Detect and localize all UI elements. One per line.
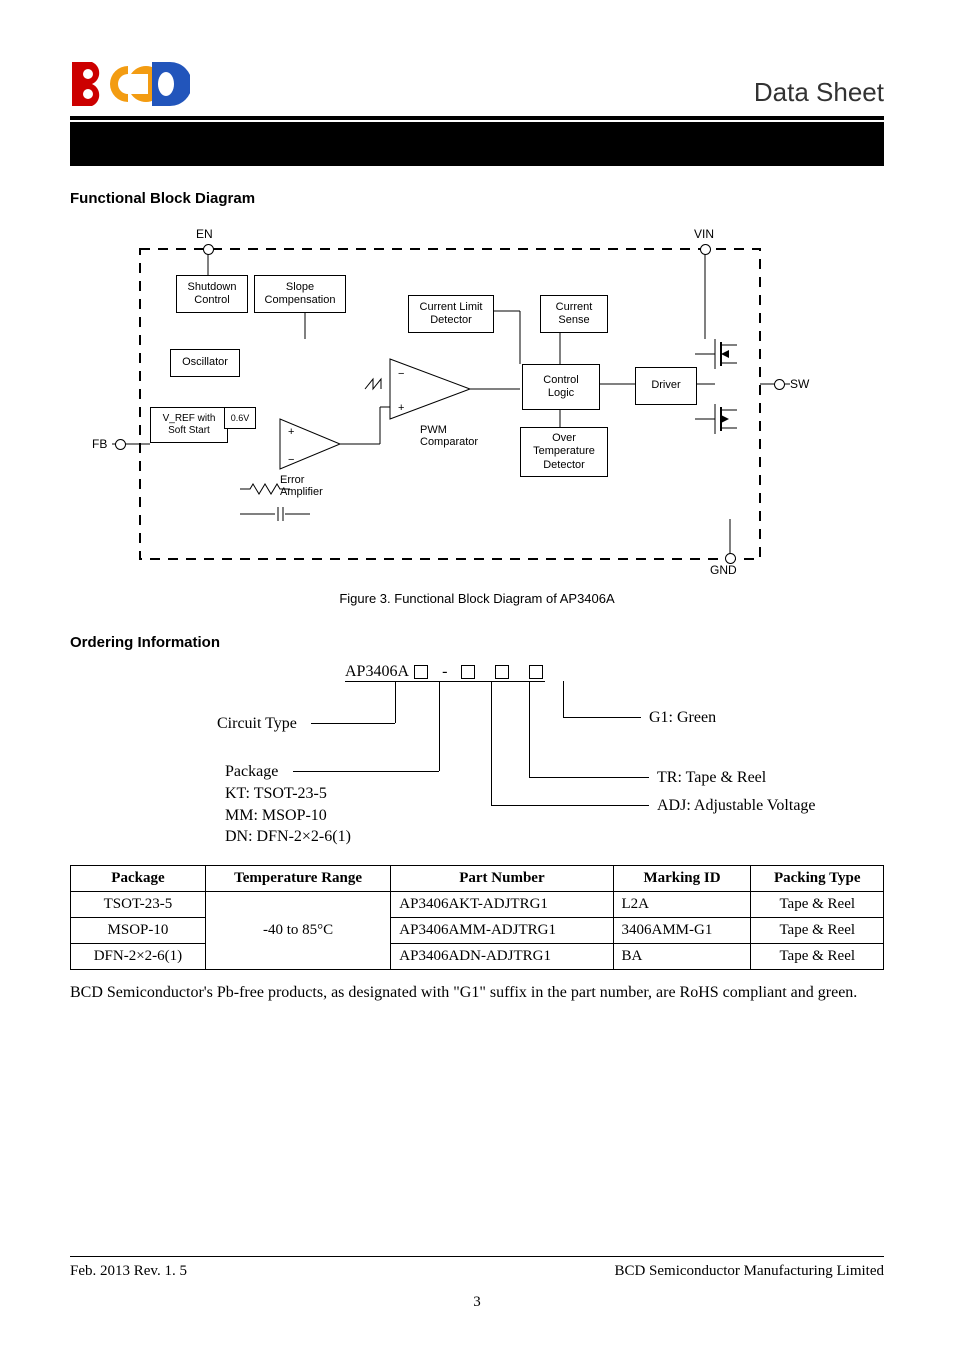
header: Data Sheet [70, 60, 884, 108]
ordering-adj: ADJ: Adjustable Voltage [657, 797, 816, 815]
footer-right: BCD Semiconductor Manufacturing Limited [614, 1263, 884, 1280]
svg-text:+: + [398, 402, 404, 414]
pin-en-icon [203, 244, 214, 255]
svg-text:−: − [288, 454, 294, 466]
ordering-table: Package Temperature Range Part Number Ma… [70, 865, 884, 970]
pin-gnd-icon [725, 553, 736, 564]
label-pwm: PWM Comparator [420, 424, 478, 448]
cell-temp: -40 to 85°C [205, 892, 390, 970]
block-diagram: + − − + [90, 219, 810, 579]
block-driver: Driver [635, 367, 697, 405]
block-shutdown: Shutdown Control [176, 275, 248, 313]
ord-box-tr-icon [495, 665, 509, 679]
cell-pack: Tape & Reel [751, 918, 884, 944]
cell-mark: 3406AMM-G1 [613, 918, 751, 944]
th-package: Package [71, 866, 206, 892]
cell-pkg: DFN-2×2-6(1) [71, 944, 206, 970]
th-temp: Temperature Range [205, 866, 390, 892]
cell-pkg: MSOP-10 [71, 918, 206, 944]
cell-mark: L2A [613, 892, 751, 918]
dash: - [442, 663, 447, 680]
table-row: MSOP-10 AP3406AMM-ADJTRG1 3406AMM-G1 Tap… [71, 918, 884, 944]
pin-vin-icon [700, 244, 711, 255]
pin-label-sw: SW [790, 377, 809, 391]
ordering-circuit-type: Circuit Type [217, 715, 297, 733]
section-title-func: Functional Block Diagram [70, 190, 884, 207]
svg-text:+: + [288, 426, 294, 438]
ordering-tr: TR: Tape & Reel [657, 769, 766, 787]
table-row: DFN-2×2-6(1) AP3406ADN-ADJTRG1 BA Tape &… [71, 944, 884, 970]
cell-pack: Tape & Reel [751, 944, 884, 970]
ordering-code: AP3406A [345, 663, 408, 680]
block-vref-val: 0.6V [224, 407, 256, 429]
table-row: TSOT-23-5 -40 to 85°C AP3406AKT-ADJTRG1 … [71, 892, 884, 918]
block-ctrllogic: Control Logic [522, 364, 600, 410]
cell-pkg: TSOT-23-5 [71, 892, 206, 918]
pin-label-gnd: GND [710, 563, 737, 577]
page-number: 3 [70, 1294, 884, 1311]
block-cursense: Current Sense [540, 295, 608, 333]
cell-part: AP3406AMM-ADJTRG1 [391, 918, 613, 944]
datasheet-title: Data Sheet [754, 77, 884, 108]
block-ovtemp: Over Temperature Detector [520, 427, 608, 477]
footer: Feb. 2013 Rev. 1. 5 BCD Semiconductor Ma… [70, 1256, 884, 1311]
table-header-row: Package Temperature Range Part Number Ma… [71, 866, 884, 892]
ordering-package-label: Package [225, 763, 278, 781]
ordering-package-lines: KT: TSOT-23-5 MM: MSOP-10 DN: DFN-2×2-6(… [225, 783, 351, 848]
ordering-g1: G1: Green [649, 709, 716, 727]
block-slope: Slope Compensation [254, 275, 346, 313]
cell-mark: BA [613, 944, 751, 970]
th-packing: Packing Type [751, 866, 884, 892]
section-title-ordering: Ordering Information [70, 634, 884, 651]
pin-fb-icon [115, 439, 126, 450]
th-marking: Marking ID [613, 866, 751, 892]
th-part: Part Number [391, 866, 613, 892]
logo-bcd [70, 60, 190, 108]
cell-part: AP3406AKT-ADJTRG1 [391, 892, 613, 918]
black-banner [70, 122, 884, 166]
footer-left: Feb. 2013 Rev. 1. 5 [70, 1263, 187, 1280]
rohs-note: BCD Semiconductor's Pb-free products, as… [70, 984, 884, 1002]
block-vref: V_REF with Soft Start [150, 407, 228, 443]
cell-part: AP3406ADN-ADJTRG1 [391, 944, 613, 970]
ordering-code-row: AP3406A - [345, 663, 545, 681]
page: Data Sheet Functional Block Diagram + − … [0, 0, 954, 1351]
header-rule [70, 116, 884, 120]
pin-sw-icon [774, 379, 785, 390]
cell-pack: Tape & Reel [751, 892, 884, 918]
pin-label-vin: VIN [694, 227, 714, 241]
pin-label-en: EN [196, 227, 213, 241]
pin-label-fb: FB [92, 437, 107, 451]
footer-rule [70, 1256, 884, 1257]
ord-box-adj-icon [461, 665, 475, 679]
ordering-diagram: AP3406A - Circuit Type Package KT: TSOT-… [97, 663, 857, 843]
svg-text:−: − [398, 368, 404, 380]
block-oscillator: Oscillator [170, 349, 240, 377]
ord-box-g1-icon [529, 665, 543, 679]
label-error-amp: Error Amplifier [280, 474, 323, 498]
ord-box-pkg-icon [414, 665, 428, 679]
figure-caption: Figure 3. Functional Block Diagram of AP… [70, 591, 884, 606]
block-curlimit: Current Limit Detector [408, 295, 494, 333]
